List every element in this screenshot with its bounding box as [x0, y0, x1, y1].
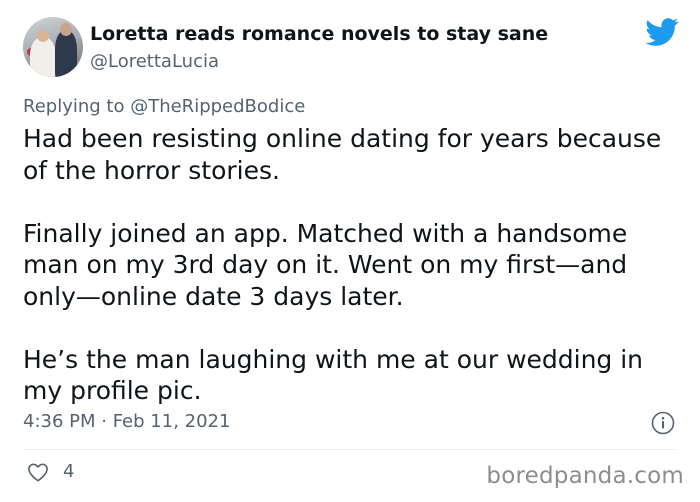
- tweet-line: my profile pic.: [23, 376, 202, 405]
- tweet-line: Finally joined an app. Matched with a ha…: [23, 218, 628, 248]
- replying-to-line: Replying to @TheRippedBodice: [23, 96, 305, 117]
- tweet-line: Had been resisting online dating for yea…: [23, 124, 662, 153]
- tweet-line: man on my 3rd day on it. Went on my firs…: [23, 250, 628, 279]
- twitter-bird-icon[interactable]: [645, 18, 679, 46]
- replying-to-prefix: Replying to: [23, 96, 131, 117]
- info-icon[interactable]: [651, 411, 675, 435]
- avatar[interactable]: [23, 17, 83, 77]
- avatar-head-groom: [60, 23, 72, 36]
- author-handle[interactable]: @LorettaLucia: [90, 51, 219, 72]
- avatar-bride: [30, 37, 56, 77]
- tweet-line: of the horror stories.: [23, 155, 280, 185]
- tweet-line: only—online date 3 days later.: [23, 281, 404, 311]
- tweet-timestamp[interactable]: 4:36 PM · Feb 11, 2021: [23, 411, 230, 432]
- avatar-head-bride: [37, 29, 49, 42]
- like-count: 4: [63, 461, 75, 482]
- heart-icon: [28, 462, 48, 481]
- tweet-text: Had been resisting online dating for yea…: [23, 123, 693, 407]
- tweet-line: He’s the man laughing with me at our wed…: [23, 344, 644, 374]
- avatar-groom: [55, 31, 77, 77]
- author-display-name[interactable]: Loretta reads romance novels to stay san…: [90, 23, 548, 45]
- reply-mention-link[interactable]: @TheRippedBodice: [130, 96, 305, 117]
- divider: [23, 449, 675, 450]
- watermark: boredpanda.com: [486, 463, 684, 489]
- like-button[interactable]: 4: [27, 461, 74, 482]
